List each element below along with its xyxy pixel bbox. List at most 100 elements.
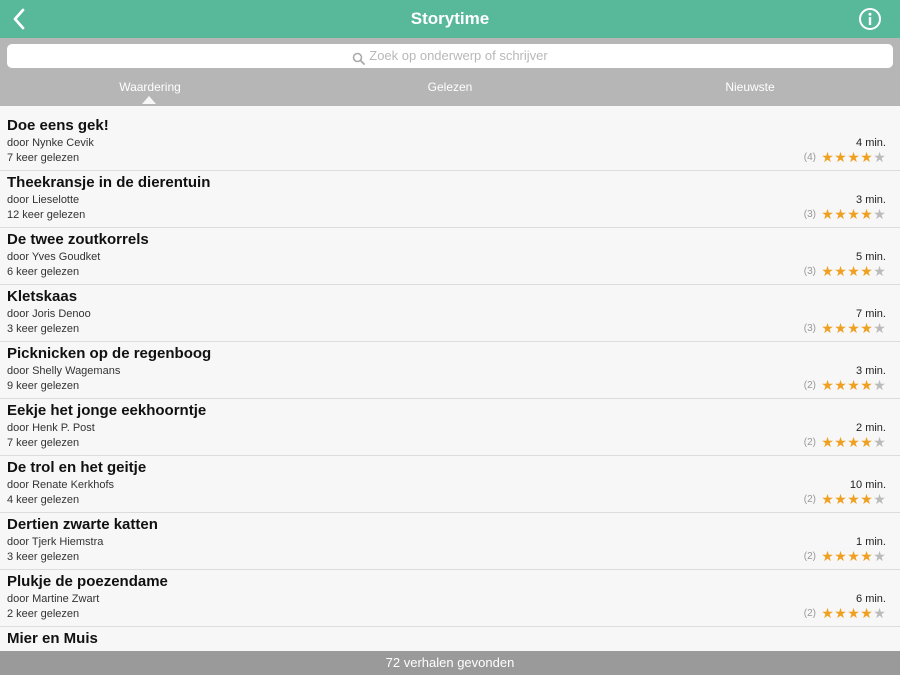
result-count: 72 verhalen gevonden xyxy=(0,651,900,675)
story-read-count: 7 keer gelezen xyxy=(7,152,80,164)
star-rating: (2) ★ ★ ★ ★ ★ xyxy=(803,491,886,507)
story-title: Kletskaas xyxy=(7,288,78,305)
star-icon: ★ xyxy=(847,377,860,393)
star-icon: ★ xyxy=(834,206,847,222)
star-icon: ★ xyxy=(860,434,873,450)
story-row[interactable]: Eekje het jonge eekhoorntje door Henk P. … xyxy=(0,399,900,456)
story-title: Doe eens gek! xyxy=(7,117,109,134)
star-rating: (4) ★ ★ ★ ★ ★ xyxy=(803,149,886,165)
star-icon: ★ xyxy=(821,149,834,165)
star-icon: ★ xyxy=(873,206,886,222)
star-rating: (3) ★ ★ ★ ★ ★ xyxy=(803,263,886,279)
story-row[interactable]: Mier en Muis xyxy=(0,627,900,651)
search-placeholder: Zoek op onderwerp of schrijver xyxy=(369,48,548,63)
story-title: Picknicken op de regenboog xyxy=(7,345,212,362)
star-icon: ★ xyxy=(821,548,834,564)
story-row[interactable]: Theekransje in de dierentuin door Lieselo… xyxy=(0,171,900,228)
story-title: Theekransje in de dierentuin xyxy=(7,174,211,191)
star-icon: ★ xyxy=(860,491,873,507)
story-author: door Shelly Wagemans xyxy=(7,365,121,377)
story-read-count: 12 keer gelezen xyxy=(7,209,86,221)
story-row[interactable]: Kletskaas door Joris Denoo 3 keer gelezen 7… xyxy=(0,285,900,342)
star-icon: ★ xyxy=(821,320,834,336)
star-icon: ★ xyxy=(847,206,860,222)
story-title: Dertien zwarte katten xyxy=(7,516,158,533)
star-icon: ★ xyxy=(834,548,847,564)
star-icon: ★ xyxy=(847,149,860,165)
story-read-count: 6 keer gelezen xyxy=(7,266,80,278)
star-icon: ★ xyxy=(873,548,886,564)
star-icon: ★ xyxy=(860,605,873,621)
story-read-count: 3 keer gelezen xyxy=(7,551,80,563)
star-icon: ★ xyxy=(847,434,860,450)
story-read-count: 2 keer gelezen xyxy=(7,608,80,620)
story-row[interactable]: Plukje de poezendame door Martine Zwart 2 … xyxy=(0,570,900,627)
rating-count: (2) xyxy=(803,380,816,391)
star-rating: (2) ★ ★ ★ ★ ★ xyxy=(803,605,886,621)
story-author: door Henk P. Post xyxy=(7,422,95,434)
star-icon: ★ xyxy=(821,434,834,450)
story-read-count: 9 keer gelezen xyxy=(7,380,80,392)
story-author: door Nynke Cevik xyxy=(7,137,94,149)
star-icon: ★ xyxy=(873,491,886,507)
rating-count: (2) xyxy=(803,494,816,505)
tab-nieuwste[interactable]: Nieuwste xyxy=(600,74,900,100)
story-title: Mier en Muis xyxy=(7,630,98,647)
sort-tabs: Waardering Gelezen Nieuwste xyxy=(0,74,900,106)
story-title: Plukje de poezendame xyxy=(7,573,168,590)
star-icon: ★ xyxy=(873,377,886,393)
rating-count: (3) xyxy=(803,266,816,277)
story-read-count: 3 keer gelezen xyxy=(7,323,80,335)
star-icon: ★ xyxy=(873,605,886,621)
story-author: door Tjerk Hiemstra xyxy=(7,536,104,548)
star-icon: ★ xyxy=(834,605,847,621)
page-title: Storytime xyxy=(410,9,490,28)
story-row[interactable]: Doe eens gek! door Nynke Cevik 7 keer gele… xyxy=(0,114,900,171)
story-author: door Martine Zwart xyxy=(7,593,100,605)
star-icon: ★ xyxy=(821,206,834,222)
info-circle-icon[interactable] xyxy=(858,7,882,31)
story-read-count: 7 keer gelezen xyxy=(7,437,80,449)
star-icon: ★ xyxy=(873,263,886,279)
story-duration: 10 min. xyxy=(849,479,886,491)
star-rating: (2) ★ ★ ★ ★ ★ xyxy=(803,377,886,393)
story-duration: 6 min. xyxy=(856,593,886,605)
rating-count: (2) xyxy=(803,608,816,619)
tab-gelezen[interactable]: Gelezen xyxy=(300,74,600,100)
rating-count: (2) xyxy=(803,437,816,448)
story-row[interactable]: Picknicken op de regenboog door Shelly Wa… xyxy=(0,342,900,399)
star-icon: ★ xyxy=(834,320,847,336)
star-icon: ★ xyxy=(860,149,873,165)
story-duration: 3 min. xyxy=(856,194,886,206)
star-icon: ★ xyxy=(834,377,847,393)
star-icon: ★ xyxy=(834,434,847,450)
star-rating: (3) ★ ★ ★ ★ ★ xyxy=(804,320,886,336)
story-duration: 2 min. xyxy=(856,422,886,434)
star-rating: (3) ★ ★ ★ ★ ★ xyxy=(803,206,886,222)
story-list[interactable]: Doe eens gek! door Nynke Cevik 7 keer gele… xyxy=(0,114,900,651)
star-icon: ★ xyxy=(834,263,847,279)
rating-count: (4) xyxy=(803,152,816,163)
star-icon: ★ xyxy=(821,263,834,279)
star-icon: ★ xyxy=(873,434,886,450)
story-row[interactable]: Dertien zwarte katten door Tjerk Hiemstra… xyxy=(0,513,900,570)
rating-count: (2) xyxy=(803,551,816,562)
star-rating: (2) ★ ★ ★ ★ ★ xyxy=(803,548,886,564)
star-icon: ★ xyxy=(821,491,834,507)
star-icon: ★ xyxy=(847,263,860,279)
story-author: door Joris Denoo xyxy=(7,308,91,320)
rating-count: (3) xyxy=(803,209,816,220)
navbar: Storytime xyxy=(0,0,900,38)
story-row[interactable]: De twee zoutkorrels door Yves Goudket 6 ke… xyxy=(0,228,900,285)
story-author: door Yves Goudket xyxy=(7,251,101,263)
star-icon: ★ xyxy=(860,320,873,336)
star-icon: ★ xyxy=(847,605,860,621)
story-title: De trol en het geitje xyxy=(7,459,147,476)
star-icon: ★ xyxy=(847,320,860,336)
star-icon: ★ xyxy=(860,263,873,279)
star-icon: ★ xyxy=(821,605,834,621)
search-input[interactable]: Zoek op onderwerp of schrijver xyxy=(7,44,893,68)
story-duration: 1 min. xyxy=(856,536,886,548)
search-icon xyxy=(352,49,366,65)
story-row[interactable]: De trol en het geitje door Renate Kerkhof… xyxy=(0,456,900,513)
